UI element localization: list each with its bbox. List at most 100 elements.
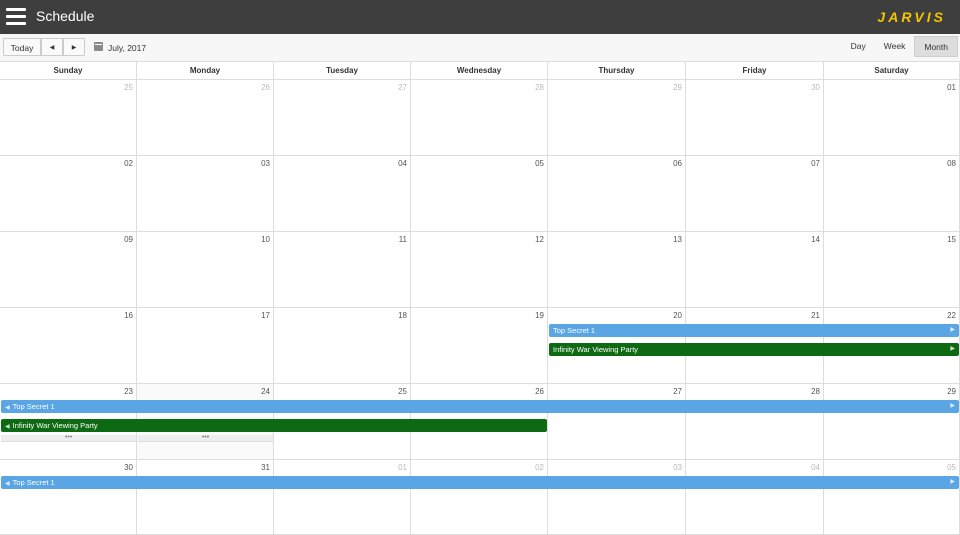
prev-button[interactable]: ◀ xyxy=(41,38,63,56)
day-number[interactable]: 21 xyxy=(811,311,820,320)
day-number[interactable]: 30 xyxy=(124,463,133,472)
day-cell[interactable]: 17 xyxy=(137,308,274,384)
day-cell[interactable]: 19 xyxy=(411,308,548,384)
day-cell[interactable]: 29 xyxy=(548,80,686,156)
day-cell[interactable]: 29 xyxy=(824,384,960,460)
day-cell[interactable]: 01 xyxy=(274,460,411,535)
day-cell[interactable]: 10 xyxy=(137,232,274,308)
calendar-event[interactable]: Infinity War Viewing Party ▶ xyxy=(549,343,959,356)
day-cell[interactable]: 27 xyxy=(274,80,411,156)
day-number[interactable]: 03 xyxy=(261,159,270,168)
day-number[interactable]: 03 xyxy=(673,463,682,472)
today-button[interactable]: Today xyxy=(3,38,41,56)
day-number[interactable]: 29 xyxy=(947,387,956,396)
day-cell[interactable]: 12 xyxy=(411,232,548,308)
period-label[interactable]: July, 2017 xyxy=(108,43,146,53)
day-number[interactable]: 11 xyxy=(399,235,407,244)
day-cell[interactable]: 04 xyxy=(686,460,824,535)
calendar-event[interactable]: ◀ Infinity War Viewing Party xyxy=(1,419,547,432)
day-number[interactable]: 02 xyxy=(124,159,133,168)
day-number[interactable]: 24 xyxy=(261,387,270,396)
day-number[interactable]: 25 xyxy=(398,387,407,396)
day-number[interactable]: 27 xyxy=(398,83,407,92)
day-number[interactable]: 08 xyxy=(947,159,956,168)
day-cell[interactable]: 30 xyxy=(686,80,824,156)
day-number[interactable]: 06 xyxy=(673,159,682,168)
day-number[interactable]: 17 xyxy=(261,311,270,320)
day-number[interactable]: 12 xyxy=(535,235,544,244)
calendar-event[interactable]: ◀ Top Secret 1 ▶ xyxy=(1,400,959,413)
weekday-saturday: Saturday xyxy=(824,62,960,79)
day-number[interactable]: 04 xyxy=(398,159,407,168)
day-number[interactable]: 05 xyxy=(947,463,956,472)
continue-right-icon: ▶ xyxy=(950,403,955,409)
day-number[interactable]: 01 xyxy=(947,83,956,92)
day-number[interactable]: 26 xyxy=(261,83,270,92)
day-number[interactable]: 31 xyxy=(261,463,270,472)
day-cell[interactable]: 11 xyxy=(274,232,411,308)
day-cell[interactable]: 03 xyxy=(548,460,686,535)
day-number[interactable]: 04 xyxy=(811,463,820,472)
day-cell[interactable]: 07 xyxy=(686,156,824,232)
view-week-button[interactable]: Week xyxy=(875,36,915,57)
day-cell[interactable]: 26 xyxy=(137,80,274,156)
day-cell[interactable]: 16 xyxy=(0,308,137,384)
day-number[interactable]: 25 xyxy=(124,83,133,92)
view-day-button[interactable]: Day xyxy=(842,36,875,57)
day-number[interactable]: 07 xyxy=(811,159,820,168)
day-cell[interactable]: 27 xyxy=(548,384,686,460)
day-cell[interactable]: 28 xyxy=(686,384,824,460)
chevron-right-icon: ▶ xyxy=(71,45,77,51)
day-number[interactable]: 05 xyxy=(535,159,544,168)
day-number[interactable]: 26 xyxy=(535,387,544,396)
day-number[interactable]: 01 xyxy=(398,463,407,472)
day-number[interactable]: 10 xyxy=(261,235,270,244)
day-cell[interactable]: 04 xyxy=(274,156,411,232)
day-cell[interactable]: 06 xyxy=(548,156,686,232)
day-cell[interactable]: 31 xyxy=(137,460,274,535)
view-month-button[interactable]: Month xyxy=(914,36,958,57)
day-cell[interactable]: 05 xyxy=(824,460,960,535)
day-cell[interactable]: 13 xyxy=(548,232,686,308)
day-number[interactable]: 14 xyxy=(811,235,820,244)
more-events-link[interactable]: ••• xyxy=(1,434,136,442)
day-cell[interactable]: 01 xyxy=(824,80,960,156)
day-number[interactable]: 18 xyxy=(398,311,407,320)
continue-left-icon: ◀ xyxy=(5,405,10,411)
day-cell[interactable]: 03 xyxy=(137,156,274,232)
day-number[interactable]: 27 xyxy=(673,387,682,396)
weekday-monday: Monday xyxy=(137,62,274,79)
day-number[interactable]: 09 xyxy=(124,235,133,244)
day-cell[interactable]: 18 xyxy=(274,308,411,384)
day-number[interactable]: 20 xyxy=(673,311,682,320)
day-cell[interactable]: 30 xyxy=(0,460,137,535)
day-number[interactable]: 22 xyxy=(947,311,956,320)
day-cell[interactable]: 05 xyxy=(411,156,548,232)
day-cell[interactable]: 15 xyxy=(824,232,960,308)
day-number[interactable]: 29 xyxy=(673,83,682,92)
day-number[interactable]: 15 xyxy=(947,235,956,244)
day-cell[interactable]: 08 xyxy=(824,156,960,232)
day-number[interactable]: 16 xyxy=(124,311,133,320)
day-number[interactable]: 23 xyxy=(124,387,133,396)
day-cell[interactable]: 25 xyxy=(0,80,137,156)
day-number[interactable]: 28 xyxy=(535,83,544,92)
day-cell[interactable]: 02 xyxy=(0,156,137,232)
next-button[interactable]: ▶ xyxy=(63,38,85,56)
day-number[interactable]: 19 xyxy=(535,311,544,320)
menu-icon[interactable] xyxy=(6,8,26,25)
day-cell[interactable]: 09 xyxy=(0,232,137,308)
weekday-header-row: Sunday Monday Tuesday Wednesday Thursday Frid… xyxy=(0,62,960,80)
calendar-event[interactable]: ◀ Top Secret 1 ▶ xyxy=(1,476,959,489)
day-number[interactable]: 13 xyxy=(673,235,682,244)
more-events-link[interactable]: ••• xyxy=(138,434,273,442)
day-number[interactable]: 30 xyxy=(811,83,820,92)
calendar-icon[interactable] xyxy=(94,42,103,51)
day-number[interactable]: 28 xyxy=(811,387,820,396)
continue-left-icon: ◀ xyxy=(5,481,10,487)
day-cell[interactable]: 02 xyxy=(411,460,548,535)
day-cell[interactable]: 14 xyxy=(686,232,824,308)
day-number[interactable]: 02 xyxy=(535,463,544,472)
calendar-event[interactable]: Top Secret 1 ▶ xyxy=(549,324,959,337)
day-cell[interactable]: 28 xyxy=(411,80,548,156)
